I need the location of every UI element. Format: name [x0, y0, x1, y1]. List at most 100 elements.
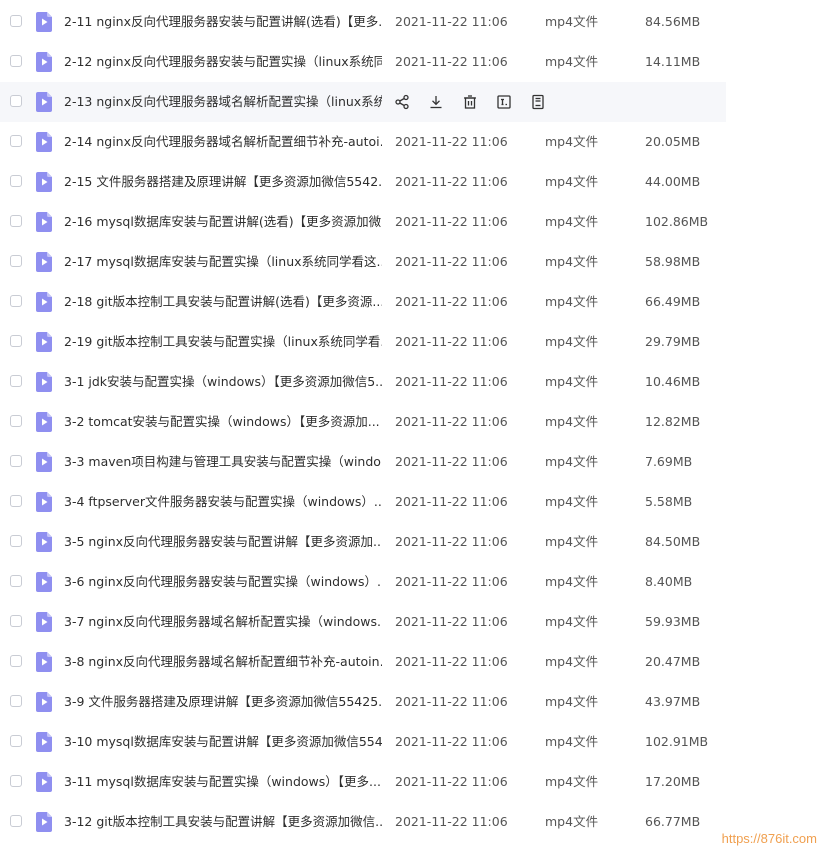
file-type: mp4文件 [545, 374, 599, 389]
row-checkbox[interactable] [10, 695, 22, 707]
file-date: 2021-11-22 11:06 [395, 374, 508, 389]
file-row[interactable]: 2-17 mysql数据库安装与配置实操（linux系统同学看这... 2021-… [0, 242, 726, 282]
row-checkbox[interactable] [10, 135, 22, 147]
file-date: 2021-11-22 11:06 [395, 14, 508, 29]
file-row[interactable]: 3-11 mysql数据库安装与配置实操（windows）【更多... 2021-… [0, 762, 726, 802]
file-date: 2021-11-22 11:06 [395, 254, 508, 269]
video-file-icon [36, 212, 52, 232]
row-checkbox[interactable] [10, 455, 22, 467]
file-name[interactable]: 2-12 nginx反向代理服务器安装与配置实操（linux系统同... [64, 42, 382, 82]
file-name[interactable]: 3-8 nginx反向代理服务器域名解析配置细节补充-autoin... [64, 642, 382, 682]
file-row[interactable]: 3-6 nginx反向代理服务器安装与配置实操（windows）... 2021-… [0, 562, 726, 602]
file-row[interactable]: 2-11 nginx反向代理服务器安装与配置讲解(选看)【更多... 2021-1… [0, 2, 726, 42]
download-icon[interactable] [426, 92, 446, 112]
row-checkbox[interactable] [10, 175, 22, 187]
file-row[interactable]: 3-3 maven项目构建与管理工具安装与配置实操（windo... 2021-1… [0, 442, 726, 482]
file-name[interactable]: 3-5 nginx反向代理服务器安装与配置讲解【更多资源加... [64, 522, 382, 562]
rename-icon[interactable] [494, 92, 514, 112]
file-name[interactable]: 3-2 tomcat安装与配置实操（windows）【更多资源加... [64, 402, 382, 442]
video-file-icon [36, 52, 52, 72]
file-name[interactable]: 3-10 mysql数据库安装与配置讲解【更多资源加微信554... [64, 722, 382, 762]
file-date: 2021-11-22 11:06 [395, 134, 508, 149]
file-date: 2021-11-22 11:06 [395, 534, 508, 549]
file-type: mp4文件 [545, 174, 599, 189]
file-row[interactable]: 2-19 git版本控制工具安装与配置实操（linux系统同学看... 2021-… [0, 322, 726, 362]
file-date: 2021-11-22 11:06 [395, 614, 508, 629]
file-size: 102.91MB [645, 734, 709, 749]
file-type: mp4文件 [545, 214, 599, 229]
row-checkbox[interactable] [10, 215, 22, 227]
row-checkbox[interactable] [10, 735, 22, 747]
file-name[interactable]: 2-11 nginx反向代理服务器安装与配置讲解(选看)【更多... [64, 2, 382, 42]
row-checkbox[interactable] [10, 55, 22, 67]
file-name[interactable]: 2-13 nginx反向代理服务器域名解析配置实操（linux系统... [64, 82, 382, 122]
row-checkbox[interactable] [10, 255, 22, 267]
file-row[interactable]: 3-12 git版本控制工具安装与配置讲解【更多资源加微信... 2021-11-… [0, 802, 726, 842]
row-checkbox[interactable] [10, 415, 22, 427]
file-size: 20.05MB [645, 134, 701, 149]
file-row[interactable]: 3-2 tomcat安装与配置实操（windows）【更多资源加... 2021-… [0, 402, 726, 442]
file-row[interactable]: 2-15 文件服务器搭建及原理讲解【更多资源加微信5542... 2021-11-… [0, 162, 726, 202]
row-checkbox[interactable] [10, 655, 22, 667]
file-name[interactable]: 3-6 nginx反向代理服务器安装与配置实操（windows）... [64, 562, 382, 602]
file-row[interactable]: 3-5 nginx反向代理服务器安装与配置讲解【更多资源加... 2021-11-… [0, 522, 726, 562]
file-name[interactable]: 3-3 maven项目构建与管理工具安装与配置实操（windo... [64, 442, 382, 482]
file-type: mp4文件 [545, 134, 599, 149]
file-size: 12.82MB [645, 414, 701, 429]
row-checkbox[interactable] [10, 375, 22, 387]
file-date: 2021-11-22 11:06 [395, 334, 508, 349]
file-name[interactable]: 2-14 nginx反向代理服务器域名解析配置细节补充-autoi... [64, 122, 382, 162]
file-name[interactable]: 3-1 jdk安装与配置实操（windows）【更多资源加微信5... [64, 362, 382, 402]
file-size: 59.93MB [645, 614, 701, 629]
file-date: 2021-11-22 11:06 [395, 414, 508, 429]
row-checkbox[interactable] [10, 95, 22, 107]
file-size: 5.58MB [645, 494, 693, 509]
file-name[interactable]: 3-7 nginx反向代理服务器域名解析配置实操（windows... [64, 602, 382, 642]
file-row[interactable]: 3-7 nginx反向代理服务器域名解析配置实操（windows... 2021-… [0, 602, 726, 642]
row-checkbox[interactable] [10, 535, 22, 547]
row-checkbox[interactable] [10, 295, 22, 307]
file-row[interactable]: 3-8 nginx反向代理服务器域名解析配置细节补充-autoin... 2021… [0, 642, 726, 682]
file-name[interactable]: 3-12 git版本控制工具安装与配置讲解【更多资源加微信... [64, 802, 382, 842]
file-name[interactable]: 2-17 mysql数据库安装与配置实操（linux系统同学看这... [64, 242, 382, 282]
share-icon[interactable] [392, 92, 412, 112]
file-row[interactable]: 3-10 mysql数据库安装与配置讲解【更多资源加微信554... 2021-1… [0, 722, 726, 762]
video-file-icon [36, 732, 52, 752]
file-type: mp4文件 [545, 774, 599, 789]
video-file-icon [36, 332, 52, 352]
file-name[interactable]: 3-11 mysql数据库安装与配置实操（windows）【更多... [64, 762, 382, 802]
file-row[interactable]: 2-18 git版本控制工具安装与配置讲解(选看)【更多资源... 2021-11… [0, 282, 726, 322]
file-row[interactable]: 3-4 ftpserver文件服务器安装与配置实操（windows）... 202… [0, 482, 726, 522]
file-size: 29.79MB [645, 334, 701, 349]
video-file-icon [36, 412, 52, 432]
row-checkbox[interactable] [10, 775, 22, 787]
more-icon[interactable] [528, 92, 548, 112]
file-row[interactable]: 3-1 jdk安装与配置实操（windows）【更多资源加微信5... 2021-… [0, 362, 726, 402]
file-row[interactable]: 2-16 mysql数据库安装与配置讲解(选看)【更多资源加微... 2021-1… [0, 202, 726, 242]
file-name[interactable]: 2-18 git版本控制工具安装与配置讲解(选看)【更多资源... [64, 282, 382, 322]
file-name[interactable]: 2-15 文件服务器搭建及原理讲解【更多资源加微信5542... [64, 162, 382, 202]
row-checkbox[interactable] [10, 815, 22, 827]
row-checkbox[interactable] [10, 335, 22, 347]
row-checkbox[interactable] [10, 495, 22, 507]
video-file-icon [36, 292, 52, 312]
file-row[interactable]: 2-12 nginx反向代理服务器安装与配置实操（linux系统同... 2021… [0, 42, 726, 82]
file-row[interactable]: 3-9 文件服务器搭建及原理讲解【更多资源加微信55425... 2021-11-… [0, 682, 726, 722]
file-name[interactable]: 3-9 文件服务器搭建及原理讲解【更多资源加微信55425... [64, 682, 382, 722]
row-checkbox[interactable] [10, 615, 22, 627]
file-size: 44.00MB [645, 174, 701, 189]
row-checkbox[interactable] [10, 575, 22, 587]
file-row[interactable]: 2-14 nginx反向代理服务器域名解析配置细节补充-autoi... 2021… [0, 122, 726, 162]
video-file-icon [36, 12, 52, 32]
video-file-icon [36, 92, 52, 112]
file-name[interactable]: 2-16 mysql数据库安装与配置讲解(选看)【更多资源加微... [64, 202, 382, 242]
file-date: 2021-11-22 11:06 [395, 814, 508, 829]
file-row[interactable]: 2-13 nginx反向代理服务器域名解析配置实操（linux系统... [0, 82, 726, 122]
file-size: 102.86MB [645, 214, 709, 229]
row-checkbox[interactable] [10, 15, 22, 27]
delete-icon[interactable] [460, 92, 480, 112]
file-name[interactable]: 3-4 ftpserver文件服务器安装与配置实操（windows）... [64, 482, 382, 522]
file-type: mp4文件 [545, 14, 599, 29]
file-date: 2021-11-22 11:06 [395, 694, 508, 709]
file-name[interactable]: 2-19 git版本控制工具安装与配置实操（linux系统同学看... [64, 322, 382, 362]
